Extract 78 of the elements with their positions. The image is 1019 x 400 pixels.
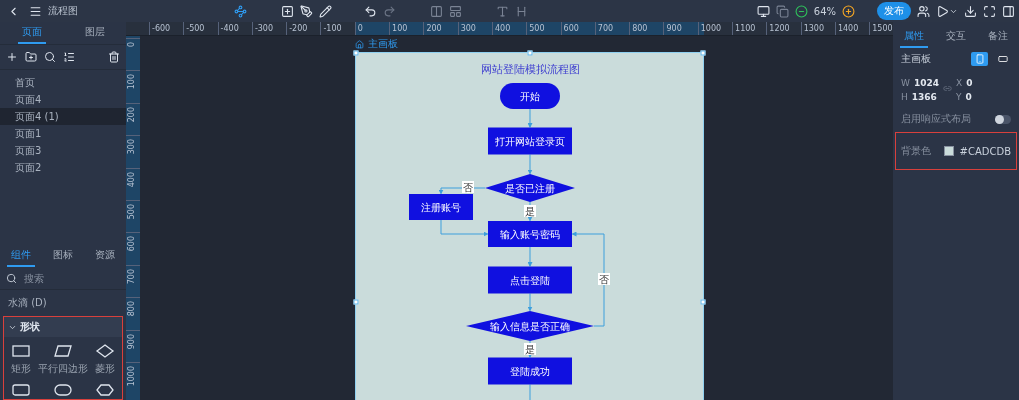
ruler-label: 800 <box>632 24 648 33</box>
dimension-field[interactable]: W 1024 <box>901 78 956 88</box>
ruler-label: 700 <box>597 24 614 33</box>
ruler-label: 1500 <box>872 24 893 33</box>
shape-label: 矩形 <box>11 362 31 376</box>
ruler-label: 500 <box>529 24 545 33</box>
group-header[interactable]: 形状 <box>4 317 122 337</box>
panel-tab[interactable]: 交互 <box>942 26 970 48</box>
dimension-field[interactable]: X 0 <box>956 78 1011 88</box>
page-item[interactable]: 页面4 <box>0 91 126 108</box>
ruler-label: -300 <box>254 24 274 33</box>
ruler-label: 400 <box>127 171 136 187</box>
panel-tab[interactable]: 属性 <box>900 26 928 48</box>
document-title: 流程图 <box>48 4 78 18</box>
panel-tab[interactable]: 图标 <box>49 245 77 267</box>
edge-label: 否 <box>598 273 610 285</box>
ruler-label: 100 <box>392 24 408 33</box>
ruler-label: 400 <box>494 24 511 33</box>
ruler-label: -600 <box>152 24 171 33</box>
ruler-label: 900 <box>127 333 136 349</box>
flowchart-title: 网站登陆模拟流程图 <box>480 63 580 76</box>
edge-label: 是 <box>524 343 536 355</box>
ruler-label: 300 <box>127 139 136 155</box>
background-label: 背景色 <box>901 144 931 158</box>
library-name[interactable]: 水滴 (D) <box>0 290 126 316</box>
ruler-label: 900 <box>666 24 682 33</box>
ruler-label: 0 <box>357 24 363 33</box>
ruler-label: -100 <box>323 24 342 33</box>
process-node: 打开网站登录页 <box>488 127 572 155</box>
process-node: 登陆成功 <box>488 357 572 385</box>
page-item[interactable]: 页面4 (1) <box>0 108 126 125</box>
edge-label: 否 <box>462 181 474 193</box>
ruler-label: -200 <box>289 24 308 33</box>
dimension-field[interactable]: H 1366 <box>901 92 956 102</box>
ruler-label: -400 <box>220 24 239 33</box>
ruler-label: 600 <box>127 236 136 252</box>
ruler-label: 200 <box>426 24 442 33</box>
ruler-label: 500 <box>127 203 136 220</box>
ruler-label: 0 <box>127 42 136 48</box>
edge-label: 是 <box>524 205 536 217</box>
ruler-label: 100 <box>127 74 136 90</box>
ruler-label: 1000 <box>127 365 136 387</box>
ruler-label: 300 <box>460 24 476 33</box>
ruler-label: 1200 <box>769 24 790 33</box>
shape-label: 平行四边形 <box>38 362 88 376</box>
ruler-label: 600 <box>563 24 579 33</box>
zoom-level: 64% <box>813 5 836 17</box>
ruler-label: -500 <box>186 24 205 33</box>
decision-node: 输入信息是否正确 <box>466 311 594 341</box>
ruler-label: 1100 <box>735 24 756 33</box>
process-node: 输入账号密码 <box>488 221 572 247</box>
decision-node: 是否已注册 <box>485 174 575 202</box>
dimension-field[interactable]: Y 0 <box>956 92 1011 102</box>
page-item[interactable]: 页面1 <box>0 125 126 142</box>
search-field[interactable]: 搜索 <box>22 272 112 285</box>
panel-tab[interactable]: 页面 <box>17 22 46 44</box>
page-item[interactable]: 页面2 <box>0 159 126 176</box>
ruler-label: 1000 <box>700 24 722 33</box>
color-value[interactable]: #CADCDB <box>959 145 1011 157</box>
start-node: 开始 <box>500 83 560 109</box>
panel-tab[interactable]: 图层 <box>80 22 109 44</box>
panel-tab[interactable]: 资源 <box>91 245 119 267</box>
responsive-label: 启用响应式布局 <box>901 112 971 126</box>
ruler-label: 1300 <box>803 24 824 33</box>
panel-tab[interactable]: 备注 <box>984 26 1012 48</box>
ruler-label: 800 <box>127 301 136 317</box>
panel-tab[interactable]: 组件 <box>7 245 35 267</box>
shape-label: 菱形 <box>95 362 115 376</box>
artboard-name: 主画板 <box>901 52 931 66</box>
artboard-label: 主画板 <box>368 37 398 51</box>
page-item[interactable]: 页面3 <box>0 142 126 159</box>
ruler-label: 1400 <box>837 24 859 33</box>
process-node: 点击登陆 <box>488 266 572 294</box>
process-node: 注册账号 <box>409 194 473 220</box>
page-item[interactable]: 首页 <box>0 74 126 91</box>
publish-button[interactable]: 发布 <box>877 2 911 20</box>
ruler-label: 200 <box>127 106 136 123</box>
ruler-label: 700 <box>127 268 136 284</box>
